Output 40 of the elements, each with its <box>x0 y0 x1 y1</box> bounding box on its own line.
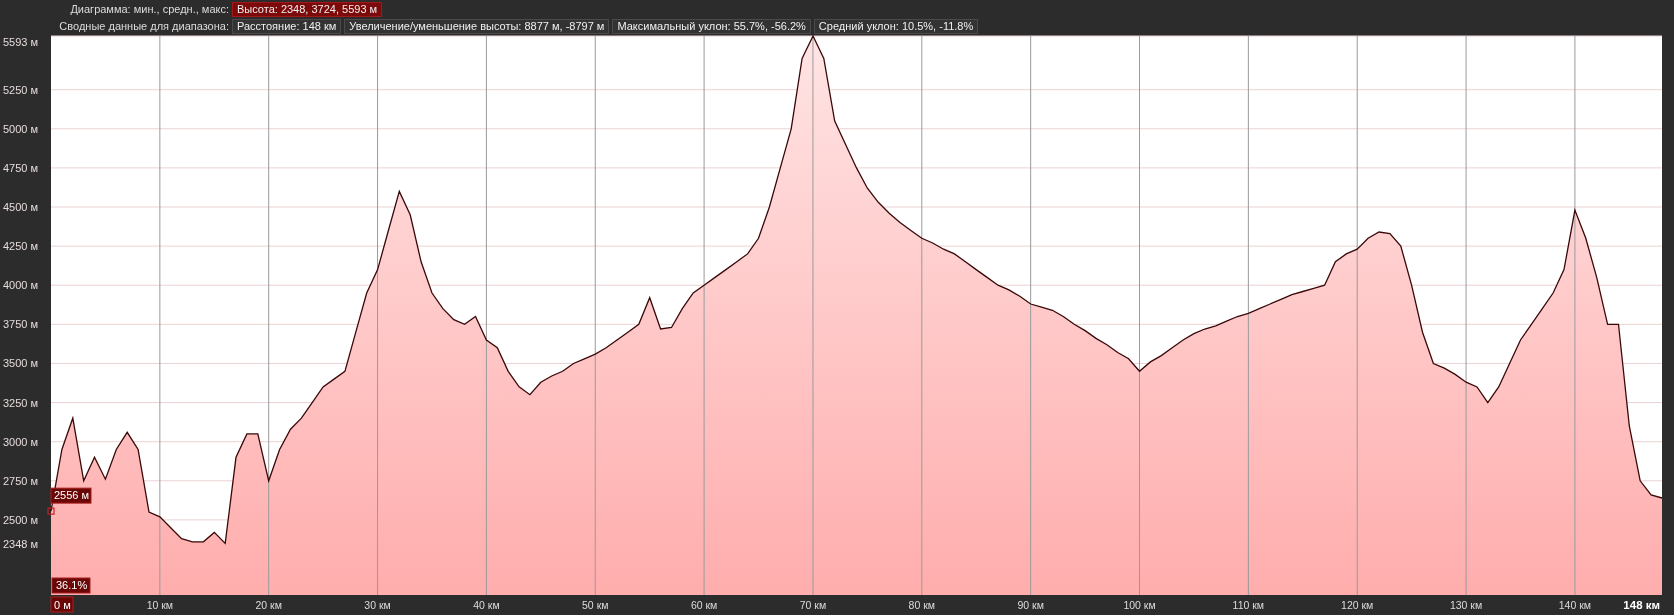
y-axis-label: 2500 м <box>3 513 39 526</box>
x-axis-label: 10 км <box>146 599 174 611</box>
elevation-cursor-tag: 2556 м <box>50 487 92 504</box>
summary-label: Сводные данные для диапазона: <box>59 19 230 34</box>
summary-stat: Максимальный уклон: 55.7%, -56.2% <box>612 19 811 34</box>
cursor-marker-icon <box>47 507 55 515</box>
y-axis-label: 3000 м <box>3 435 39 448</box>
x-axis-label: 40 км <box>473 599 500 611</box>
x-axis-label: 20 км <box>255 599 282 611</box>
x-axis-label: 130 км <box>1449 599 1483 611</box>
x-axis-label: 50 км <box>582 599 609 611</box>
summary-stat: Расстояние: 148 км <box>232 19 342 34</box>
summary-stat: Увеличение/уменьшение высоты: 8877 м, -8797 м <box>344 19 610 34</box>
x-axis-label: 100 км <box>1123 599 1156 611</box>
y-axis-label: 5250 м <box>3 83 39 96</box>
y-axis-label: 4500 м <box>3 201 39 213</box>
diagram-label: Диаграмма: мин., средн., макс: <box>70 2 230 17</box>
distance-cursor-tag: 0 м <box>50 596 74 613</box>
y-axis-label: 3750 м <box>3 318 39 331</box>
y-axis-label: 3500 м <box>3 357 39 370</box>
x-axis-label: 30 км <box>364 599 391 611</box>
grade-cursor-tag: 36.1% <box>51 577 91 594</box>
x-axis-label: 60 км <box>690 599 718 611</box>
x-axis-label: 80 км <box>908 599 935 611</box>
y-axis-label: 2348 м <box>3 537 39 550</box>
y-axis-label: 3250 м <box>3 396 39 409</box>
x-axis-label: 70 км <box>799 599 827 611</box>
x-axis-label: 140 км <box>1558 599 1592 611</box>
y-axis-label: 5000 м <box>3 122 39 135</box>
summary-stat: Средний уклон: 10.5%, -11.8% <box>813 19 979 34</box>
x-axis-label: 120 км <box>1341 599 1374 611</box>
x-axis-label: 90 км <box>1017 599 1044 611</box>
y-axis-label: 4000 м <box>3 279 39 292</box>
x-axis-label: 148 км <box>1623 599 1660 611</box>
elevation-stats: Высота: 2348, 3724, 5593 м <box>232 2 383 17</box>
y-axis-label: 4750 м <box>3 161 39 174</box>
y-axis-label: 5593 м <box>3 36 39 48</box>
y-axis-label: 2750 м <box>3 474 39 487</box>
y-axis-label: 4250 м <box>3 240 39 253</box>
x-axis-label: 110 км <box>1232 599 1265 611</box>
